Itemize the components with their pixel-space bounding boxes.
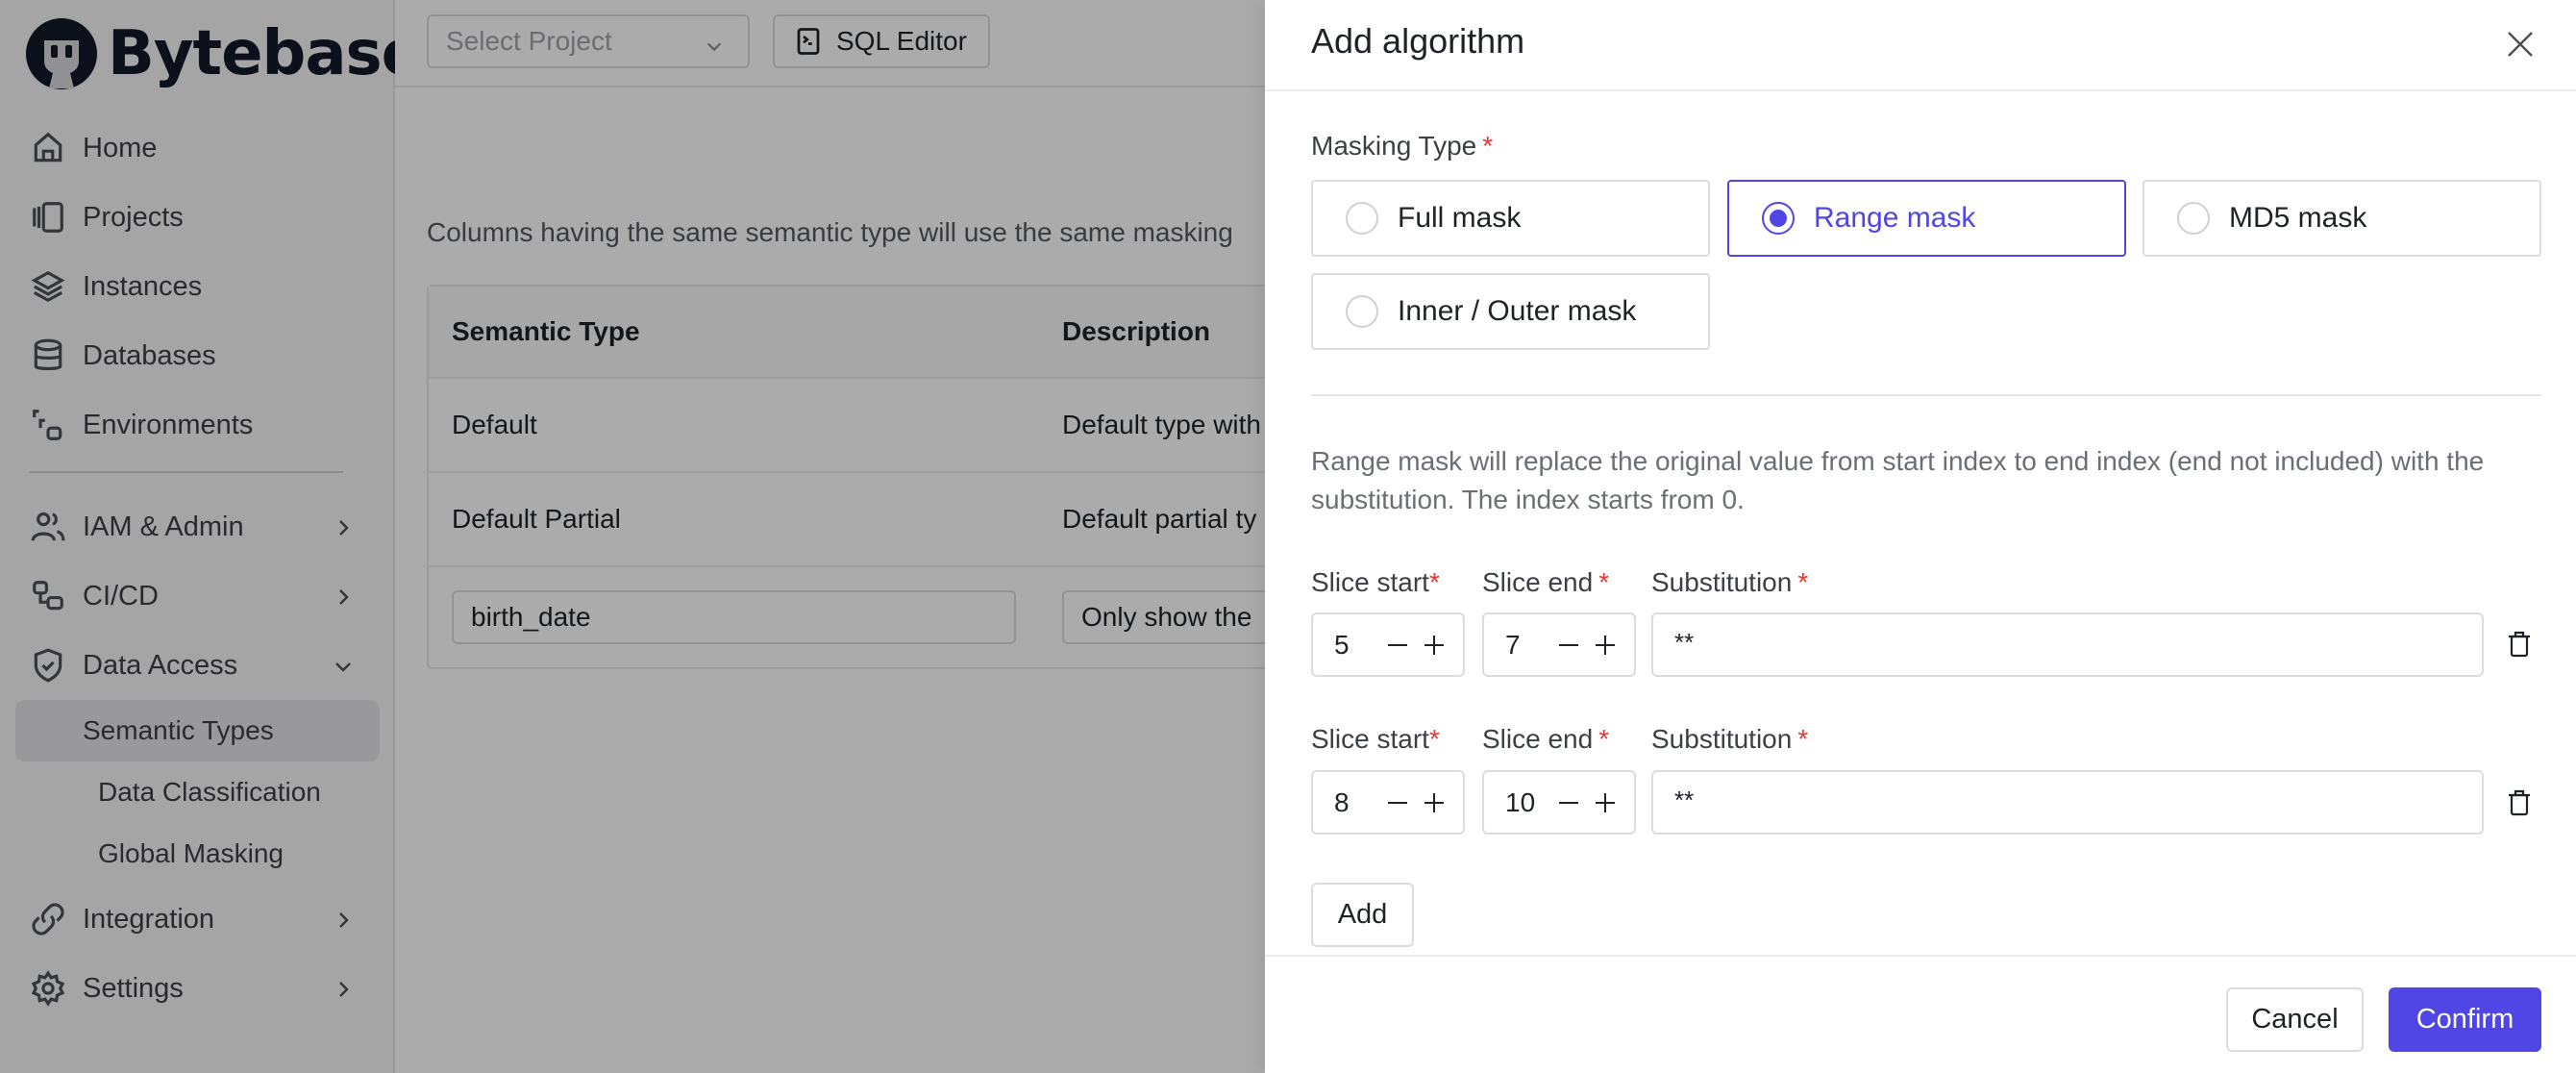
substitution-label-text: Substitution xyxy=(1651,724,1793,754)
radio-inner-outer-mask[interactable]: Inner / Outer mask xyxy=(1311,273,1710,350)
radio-label: Inner / Outer mask xyxy=(1398,295,1637,327)
radio-button[interactable] xyxy=(1346,295,1378,328)
slice-end-label: Slice end * xyxy=(1482,724,1609,755)
radio-label: Full mask xyxy=(1398,202,1522,234)
substitution-input[interactable]: ** xyxy=(1651,612,2484,677)
decrement-button[interactable] xyxy=(1555,789,1582,816)
required-mark: * xyxy=(1598,724,1610,754)
delete-slice-button[interactable] xyxy=(2503,786,2536,819)
close-icon xyxy=(2508,32,2533,57)
slice-end-input[interactable]: 10 xyxy=(1482,770,1636,835)
slice-start-label-text: Slice start xyxy=(1311,567,1429,597)
radio-label: Range mask xyxy=(1814,202,1976,234)
slice-start-label-text: Slice start xyxy=(1311,724,1429,754)
substitution-input[interactable]: ** xyxy=(1651,770,2484,835)
plus-icon xyxy=(1424,635,1444,655)
section-divider xyxy=(1311,394,2541,396)
radio-range-mask[interactable]: Range mask xyxy=(1727,180,2126,257)
plus-icon xyxy=(1424,792,1444,812)
increment-button[interactable] xyxy=(1421,789,1448,816)
slice-start-input[interactable]: 5 xyxy=(1311,612,1465,677)
required-mark: * xyxy=(1428,724,1440,754)
substitution-label: Substitution * xyxy=(1651,724,1808,755)
required-mark: * xyxy=(1598,567,1610,597)
decrement-button[interactable] xyxy=(1384,632,1411,659)
cancel-button[interactable]: Cancel xyxy=(2226,987,2364,1052)
substitution-label-text: Substitution xyxy=(1651,567,1793,597)
slice-end-label: Slice end * xyxy=(1482,567,1609,598)
required-mark: * xyxy=(1797,567,1809,597)
plus-icon xyxy=(1596,792,1615,812)
increment-button[interactable] xyxy=(1592,632,1619,659)
slice-start-label: Slice start* xyxy=(1311,724,1440,755)
minus-icon xyxy=(1559,801,1578,804)
required-mark: * xyxy=(1482,131,1494,161)
radio-button[interactable] xyxy=(1762,202,1795,235)
minus-icon xyxy=(1559,643,1578,646)
decrement-button[interactable] xyxy=(1555,632,1582,659)
masking-type-label: Masking Type * xyxy=(1311,131,1493,162)
required-mark: * xyxy=(1428,567,1440,597)
slice-end-label-text: Slice end xyxy=(1482,724,1594,754)
add-algorithm-drawer: Add algorithm Masking Type * Full mask Ra… xyxy=(1265,0,2576,1073)
slice-start-value: 5 xyxy=(1334,629,1350,660)
radio-button[interactable] xyxy=(2177,202,2210,235)
slice-end-input[interactable]: 7 xyxy=(1482,612,1636,677)
slice-start-label: Slice start* xyxy=(1311,567,1440,598)
required-mark: * xyxy=(1797,724,1809,754)
radio-md5-mask[interactable]: MD5 mask xyxy=(2143,180,2541,257)
trash-icon xyxy=(2509,631,2530,658)
confirm-button[interactable]: Confirm xyxy=(2389,987,2541,1052)
slice-end-label-text: Slice end xyxy=(1482,567,1594,597)
decrement-button[interactable] xyxy=(1384,789,1411,816)
minus-icon xyxy=(1388,801,1407,804)
radio-full-mask[interactable]: Full mask xyxy=(1311,180,1710,257)
drawer-title: Add algorithm xyxy=(1311,21,1525,61)
plus-icon xyxy=(1596,635,1615,655)
masking-type-label-text: Masking Type xyxy=(1311,131,1477,161)
increment-button[interactable] xyxy=(1421,632,1448,659)
slice-start-value: 8 xyxy=(1334,786,1350,817)
drawer-header: Add algorithm xyxy=(1265,0,2576,91)
increment-button[interactable] xyxy=(1592,789,1619,816)
radio-label: MD5 mask xyxy=(2229,202,2367,234)
minus-icon xyxy=(1388,643,1407,646)
radio-button[interactable] xyxy=(1346,202,1378,235)
add-slice-button[interactable]: Add xyxy=(1311,883,1414,947)
slice-end-value: 10 xyxy=(1505,786,1536,817)
footer-divider xyxy=(1265,955,2576,957)
substitution-label: Substitution * xyxy=(1651,567,1808,598)
slice-end-value: 7 xyxy=(1505,629,1521,660)
range-mask-description: Range mask will replace the original val… xyxy=(1311,446,2485,514)
trash-icon xyxy=(2509,789,2530,816)
slice-start-input[interactable]: 8 xyxy=(1311,770,1465,835)
close-button[interactable] xyxy=(2501,25,2539,63)
delete-slice-button[interactable] xyxy=(2503,628,2536,661)
